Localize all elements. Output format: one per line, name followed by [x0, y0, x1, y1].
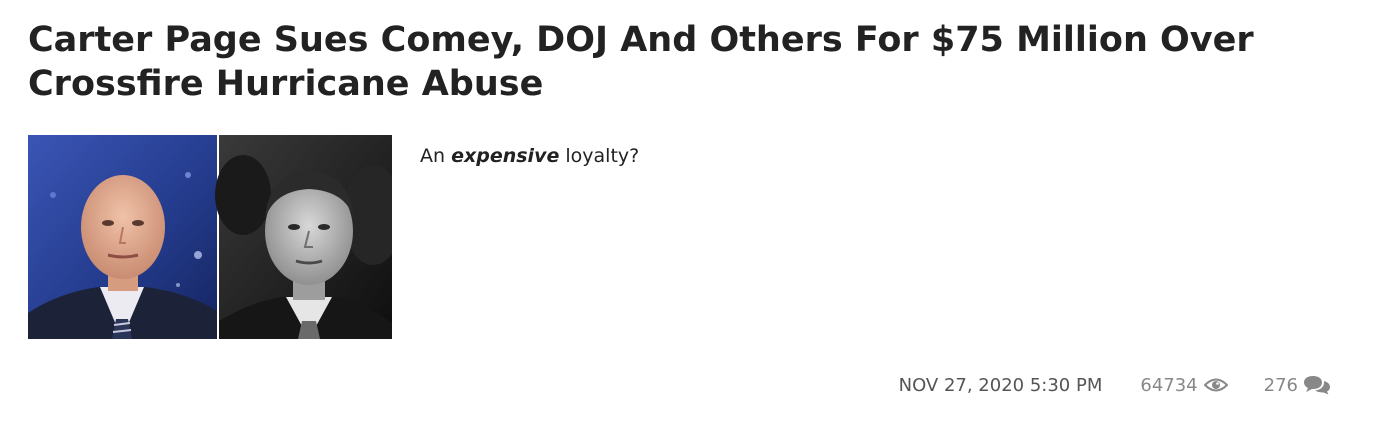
comment-count[interactable]: 276	[1264, 375, 1330, 396]
article-card: Carter Page Sues Comey, DOJ And Others F…	[0, 0, 1376, 436]
teaser-emphasis: expensive	[451, 145, 560, 167]
teaser-text-start: An	[420, 145, 452, 167]
comment-count-value: 276	[1263, 374, 1298, 396]
article-teaser: An expensive loyalty?	[420, 143, 639, 169]
thumbnail-left-portrait	[28, 135, 217, 339]
view-count: 64734	[1140, 374, 1228, 396]
eye-icon	[1203, 377, 1228, 393]
article-thumbnail[interactable]	[28, 135, 392, 339]
teaser-text-end: loyalty?	[559, 145, 640, 167]
article-meta: NOV 27, 2020 5:30 PM 64734 276	[899, 372, 1330, 398]
speech-bubbles-icon	[1304, 375, 1330, 395]
publish-date: NOV 27, 2020 5:30 PM	[898, 374, 1103, 396]
article-title[interactable]: Carter Page Sues Comey, DOJ And Others F…	[28, 18, 1328, 106]
view-count-value: 64734	[1140, 374, 1198, 396]
thumbnail-right-portrait	[215, 135, 392, 339]
